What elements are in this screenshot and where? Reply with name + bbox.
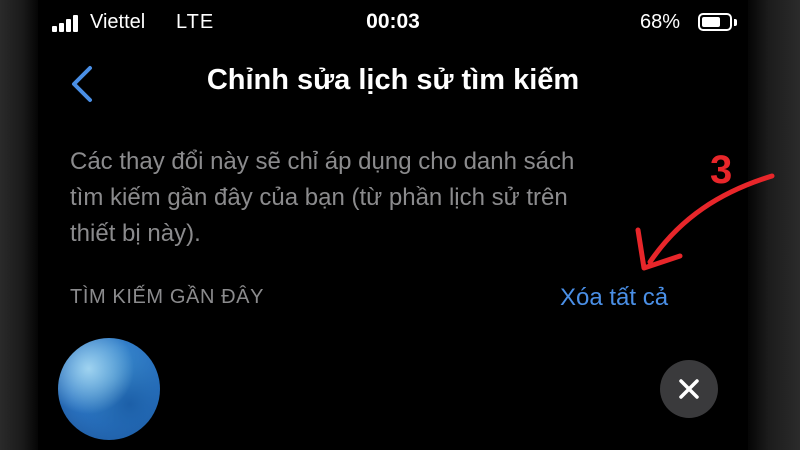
device-bezel-left xyxy=(0,0,38,450)
battery-fill xyxy=(702,17,720,27)
battery-cap xyxy=(734,19,737,26)
annotation-arrow-icon xyxy=(635,173,775,271)
battery-percent: 68% xyxy=(640,11,681,33)
status-bar: Viettel LTE 00:03 68% xyxy=(38,0,748,46)
close-icon xyxy=(679,379,699,399)
remove-search-button[interactable] xyxy=(660,360,718,418)
section-header-recent-searches: TÌM KIẾM GẦN ĐÂY xyxy=(70,286,265,308)
avatar[interactable] xyxy=(58,338,160,440)
page-title: Chỉnh sửa lịch sử tìm kiếm xyxy=(206,64,580,96)
battery-icon xyxy=(698,13,732,31)
